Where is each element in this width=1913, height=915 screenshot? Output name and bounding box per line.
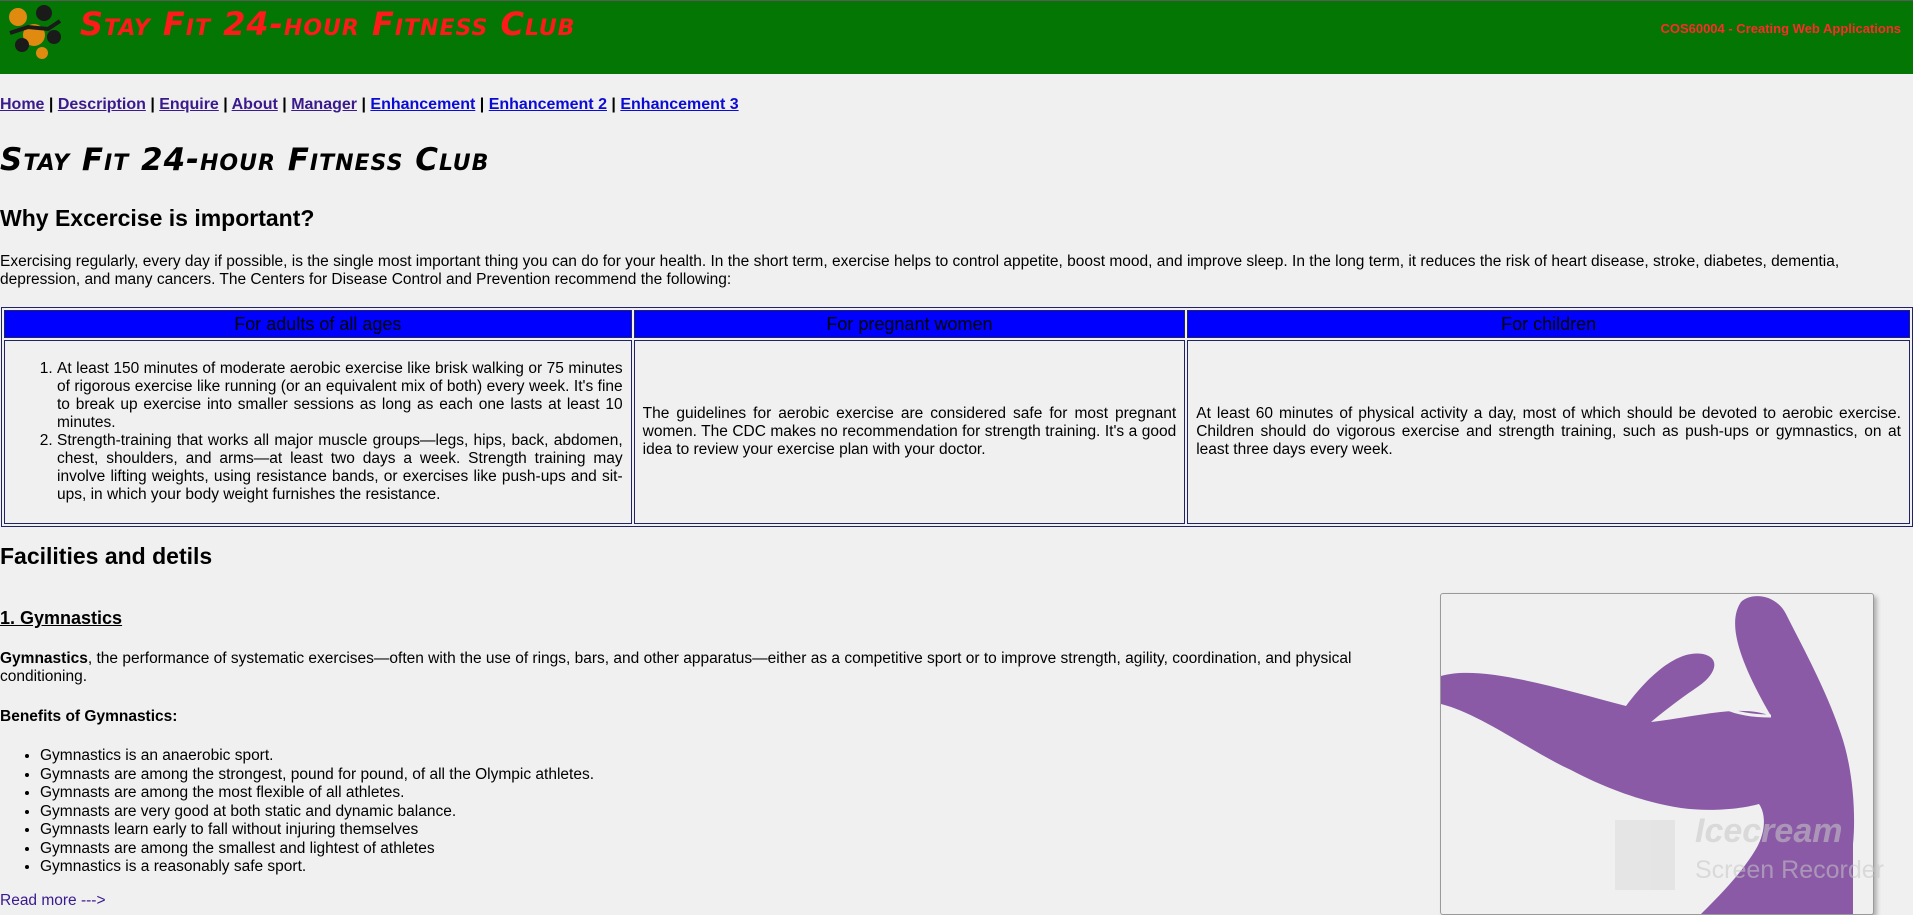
nav-enquire[interactable]: Enquire <box>159 96 219 113</box>
page-title: Stay Fit 24-hour Fitness Club <box>0 142 490 178</box>
list-item: Gymnastics is an anaerobic sport. <box>40 747 594 766</box>
main-nav: Home | Description | Enquire | About | M… <box>0 96 739 114</box>
gymnastics-term: Gymnastics <box>0 650 88 667</box>
list-item: Gymnasts are among the strongest, pound … <box>40 766 594 785</box>
fitness-logo-icon <box>9 5 62 59</box>
children-cell: At least 60 minutes of physical activity… <box>1187 340 1910 524</box>
pregnant-cell: The guidelines for aerobic exercise are … <box>633 340 1186 524</box>
benefits-list: Gymnastics is an anaerobic sport. Gymnas… <box>0 747 594 877</box>
list-item: Gymnasts learn early to fall without inj… <box>40 821 594 840</box>
facilities-heading: Facilities and detils <box>0 543 213 569</box>
list-item: Gymnasts are among the most flexible of … <box>40 784 594 803</box>
recorder-watermark: Icecream Screen Recorder <box>1615 812 1905 892</box>
nav-manager[interactable]: Manager <box>291 96 357 113</box>
site-banner: Stay Fit 24-hour Fitness Club COS60004 -… <box>0 0 1913 74</box>
adults-list: At least 150 minutes of moderate aerobic… <box>13 360 623 504</box>
header-pregnant: For pregnant women <box>633 310 1186 338</box>
nav-separator: | <box>150 96 155 113</box>
watermark-subtext: Screen Recorder <box>1695 856 1884 884</box>
gymnastics-description: Gymnastics, the performance of systemati… <box>0 650 1425 686</box>
table-row: At least 150 minutes of moderate aerobic… <box>4 340 1910 524</box>
watermark-logo-icon <box>1615 820 1675 890</box>
nav-separator: | <box>611 96 616 113</box>
nav-about[interactable]: About <box>232 96 278 113</box>
list-item: Gymnasts are very good at both static an… <box>40 803 594 822</box>
nav-enhancement-3[interactable]: Enhancement 3 <box>620 96 738 113</box>
adults-cell: At least 150 minutes of moderate aerobic… <box>4 340 632 524</box>
nav-description[interactable]: Description <box>58 96 146 113</box>
list-item: Gymnastics is a reasonably safe sport. <box>40 858 594 877</box>
nav-separator: | <box>223 96 228 113</box>
guidelines-table: For adults of all ages For pregnant wome… <box>1 307 1913 527</box>
nav-separator: | <box>361 96 366 113</box>
nav-separator: | <box>282 96 287 113</box>
header-adults: For adults of all ages <box>4 310 632 338</box>
adults-item: Strength-training that works all major m… <box>57 432 623 504</box>
nav-home[interactable]: Home <box>0 96 44 113</box>
why-exercise-heading: Why Excercise is important? <box>0 205 315 231</box>
table-header-row: For adults of all ages For pregnant wome… <box>4 310 1910 338</box>
gymnastics-heading: 1. Gymnastics <box>0 608 123 628</box>
nav-enhancement-2[interactable]: Enhancement 2 <box>489 96 607 113</box>
nav-separator: | <box>48 96 54 113</box>
adults-item: At least 150 minutes of moderate aerobic… <box>57 360 623 432</box>
list-item: Gymnasts are among the smallest and ligh… <box>40 840 594 859</box>
read-more-link[interactable]: Read more ---> <box>0 892 106 910</box>
intro-paragraph: Exercising regularly, every day if possi… <box>0 253 1840 288</box>
nav-enhancement[interactable]: Enhancement <box>370 96 475 113</box>
nav-separator: | <box>479 96 485 113</box>
watermark-text: Icecream <box>1695 812 1843 850</box>
banner-title: Stay Fit 24-hour Fitness Club <box>80 5 576 43</box>
gymnastics-desc-text: , the performance of systematic exercise… <box>0 650 1352 685</box>
course-label: COS60004 - Creating Web Applications <box>1660 21 1901 36</box>
header-children: For children <box>1187 310 1910 338</box>
benefits-title: Benefits of Gymnastics: <box>0 708 178 725</box>
